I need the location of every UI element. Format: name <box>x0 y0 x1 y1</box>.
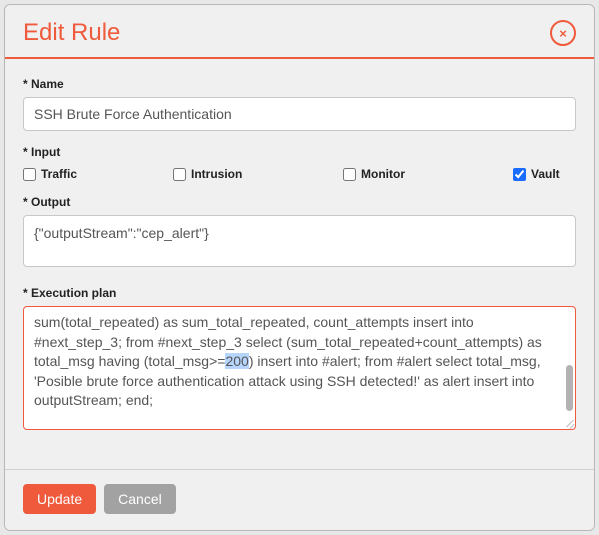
edit-rule-modal: Edit Rule × * Name * Input Traffic Intru… <box>4 4 595 531</box>
output-textarea[interactable]: {"outputStream":"cep_alert"} <box>23 215 576 267</box>
checkbox-vault-box[interactable] <box>513 168 526 181</box>
checkbox-monitor-label: Monitor <box>361 167 405 181</box>
name-group: * Name <box>23 77 576 131</box>
checkbox-vault-label: Vault <box>531 167 560 181</box>
cancel-button[interactable]: Cancel <box>104 484 176 514</box>
modal-body: * Name * Input Traffic Intrusion Monitor <box>5 59 594 456</box>
checkbox-traffic-label: Traffic <box>41 167 77 181</box>
checkbox-traffic-box[interactable] <box>23 168 36 181</box>
output-label: * Output <box>23 195 576 209</box>
input-options: Traffic Intrusion Monitor Vault <box>23 165 576 181</box>
checkbox-intrusion[interactable]: Intrusion <box>173 167 343 181</box>
checkbox-monitor-box[interactable] <box>343 168 356 181</box>
name-label: * Name <box>23 77 576 91</box>
checkbox-intrusion-label: Intrusion <box>191 167 242 181</box>
input-group: * Input Traffic Intrusion Monitor Vault <box>23 145 576 181</box>
scrollbar-thumb[interactable] <box>566 365 573 411</box>
checkbox-traffic[interactable]: Traffic <box>23 167 173 181</box>
execution-plan-label: * Execution plan <box>23 286 576 300</box>
input-label: * Input <box>23 145 576 159</box>
close-button[interactable]: × <box>550 20 576 46</box>
checkbox-monitor[interactable]: Monitor <box>343 167 513 181</box>
exec-highlight: 200 <box>225 353 248 369</box>
update-button[interactable]: Update <box>23 484 96 514</box>
output-group: * Output {"outputStream":"cep_alert"} <box>23 195 576 272</box>
name-input[interactable] <box>23 97 576 131</box>
execution-plan-textarea[interactable]: sum(total_repeated) as sum_total_repeate… <box>23 306 576 430</box>
checkbox-vault[interactable]: Vault <box>513 167 576 181</box>
checkbox-intrusion-box[interactable] <box>173 168 186 181</box>
execution-plan-content: sum(total_repeated) as sum_total_repeate… <box>34 313 565 411</box>
resize-handle-icon[interactable] <box>562 416 574 428</box>
modal-footer: Update Cancel <box>5 469 594 530</box>
close-icon: × <box>559 27 567 40</box>
modal-title: Edit Rule <box>23 19 120 47</box>
modal-header: Edit Rule × <box>5 5 594 57</box>
execution-plan-group: * Execution plan sum(total_repeated) as … <box>23 286 576 430</box>
